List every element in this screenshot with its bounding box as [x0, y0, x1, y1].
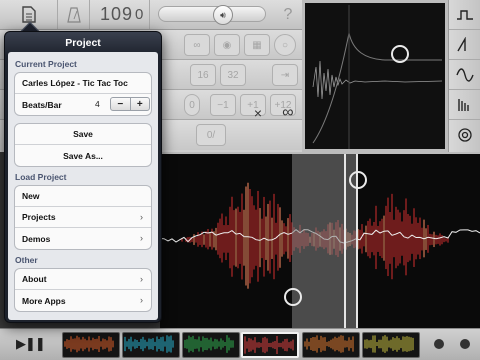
thumbnail-waveform [64, 335, 114, 353]
pitch-icon[interactable]: 0 [184, 94, 200, 116]
popover-title: Project [65, 37, 101, 49]
pitch-minus-button[interactable]: −1 [210, 94, 236, 116]
thumbnail-waveform [124, 335, 174, 353]
save-button[interactable]: Save [15, 124, 151, 145]
demos-label: Demos [22, 233, 51, 244]
pulse-wave-button[interactable] [449, 90, 480, 120]
thumbnail-waveform [304, 335, 354, 353]
stepper-minus-button[interactable]: − [111, 98, 131, 110]
square-wave-button[interactable] [449, 0, 480, 30]
project-name: Carles López - Tic Tac Toc [22, 78, 128, 88]
speaker-icon: 🔊︎ [220, 9, 226, 20]
loop-mode-icon[interactable]: ∞ [184, 34, 210, 56]
about-label: About [22, 274, 47, 284]
toolbar: 109 0 🔊︎ ? [0, 0, 302, 30]
chevron-right-icon: › [140, 212, 143, 222]
envelope-graph [312, 5, 443, 149]
chevron-right-icon: › [140, 233, 143, 243]
pattern-thumb-5[interactable] [302, 332, 360, 358]
document-icon [21, 6, 36, 23]
saw-wave-icon [457, 36, 466, 51]
popover-body: Current Project Carles López - Tic Tac T… [8, 52, 158, 320]
new-project-label: New [22, 191, 40, 201]
square-wave-icon [457, 9, 473, 20]
division-16-button[interactable]: 16 [190, 64, 216, 86]
bpm-decimal: 0 [135, 6, 145, 23]
pattern-thumb-6[interactable] [362, 332, 420, 358]
beats-stepper[interactable]: − + [110, 97, 150, 111]
pattern-thumb-4[interactable] [241, 332, 299, 358]
stepper-plus-button[interactable]: + [131, 98, 150, 110]
volume-knob[interactable]: 🔊︎ [213, 5, 233, 25]
loop-icon[interactable]: ∞ [274, 98, 302, 128]
sine-wave-icon [456, 67, 474, 82]
page-dot-1[interactable] [434, 339, 444, 349]
chevron-right-icon: › [140, 295, 143, 305]
more-apps-label: More Apps [22, 295, 66, 306]
project-name-row[interactable]: Carles López - Tic Tac Toc [15, 73, 151, 94]
waveform-top-handle[interactable] [349, 171, 367, 189]
waveform-type-selector [448, 0, 480, 152]
zero-button[interactable]: 0/ [196, 124, 226, 146]
selection-marker-start[interactable] [344, 154, 346, 328]
more-apps-item[interactable]: More Apps › [15, 290, 151, 311]
play-pause-icon[interactable]: ▶❚❚ [16, 336, 46, 352]
demos-item[interactable]: Demos › [15, 228, 151, 249]
section-load-project: Load Project [15, 172, 67, 182]
circle-icon[interactable]: ○ [274, 34, 296, 56]
snap-icon[interactable]: ⇥ [272, 64, 298, 86]
thumbnail-waveform [244, 336, 294, 354]
project-popover: Project Current Project Carles López - T… [4, 31, 162, 323]
bottom-bar: ▶❚❚ [0, 328, 480, 360]
record-icon[interactable]: ◉ [214, 34, 240, 56]
section-current-project: Current Project [15, 59, 77, 69]
pulse-wave-icon [458, 98, 469, 111]
save-group: Save Save As... [14, 123, 152, 167]
beats-per-bar-value: 4 [95, 99, 100, 109]
beats-per-bar-label: Beats/Bar [22, 99, 62, 110]
saw-wave-button[interactable] [449, 30, 480, 60]
volume-slider[interactable]: 🔊︎ [158, 5, 266, 25]
pattern-thumb-3[interactable] [182, 332, 240, 358]
other-group: About › More Apps › [14, 268, 152, 312]
target-button[interactable] [449, 120, 480, 150]
waveform-bottom-handle[interactable] [284, 288, 302, 306]
page-dot-2[interactable] [460, 339, 470, 349]
current-project-group: Carles López - Tic Tac Toc Beats/Bar 4 −… [14, 72, 152, 116]
bpm-value: 109 [100, 4, 134, 24]
envelope-handle[interactable] [391, 45, 409, 63]
division-32-button[interactable]: 32 [220, 64, 246, 86]
metronome-icon[interactable] [58, 0, 90, 29]
save-as-button[interactable]: Save As... [15, 145, 151, 166]
beats-per-bar-row: Beats/Bar 4 − + [15, 94, 151, 115]
close-icon[interactable]: × [248, 98, 268, 128]
bpm-display[interactable]: 109 0 [90, 0, 150, 29]
about-item[interactable]: About › [15, 269, 151, 290]
load-project-group: New Projects › Demos › [14, 185, 152, 250]
sine-wave-button[interactable] [449, 60, 480, 90]
thumbnail-waveform [184, 335, 234, 353]
keyboard-icon[interactable]: ▦ [244, 34, 270, 56]
projects-label: Projects [22, 212, 56, 222]
chevron-right-icon: › [140, 274, 143, 284]
section-other: Other [15, 255, 38, 265]
projects-item[interactable]: Projects › [15, 207, 151, 228]
new-project-item[interactable]: New [15, 186, 151, 207]
envelope-display[interactable] [302, 0, 448, 152]
pattern-thumb-2[interactable] [122, 332, 180, 358]
thumbnail-waveform [364, 335, 414, 353]
help-button[interactable]: ? [274, 0, 302, 30]
target-icon [458, 128, 472, 142]
pattern-thumb-1[interactable] [62, 332, 120, 358]
